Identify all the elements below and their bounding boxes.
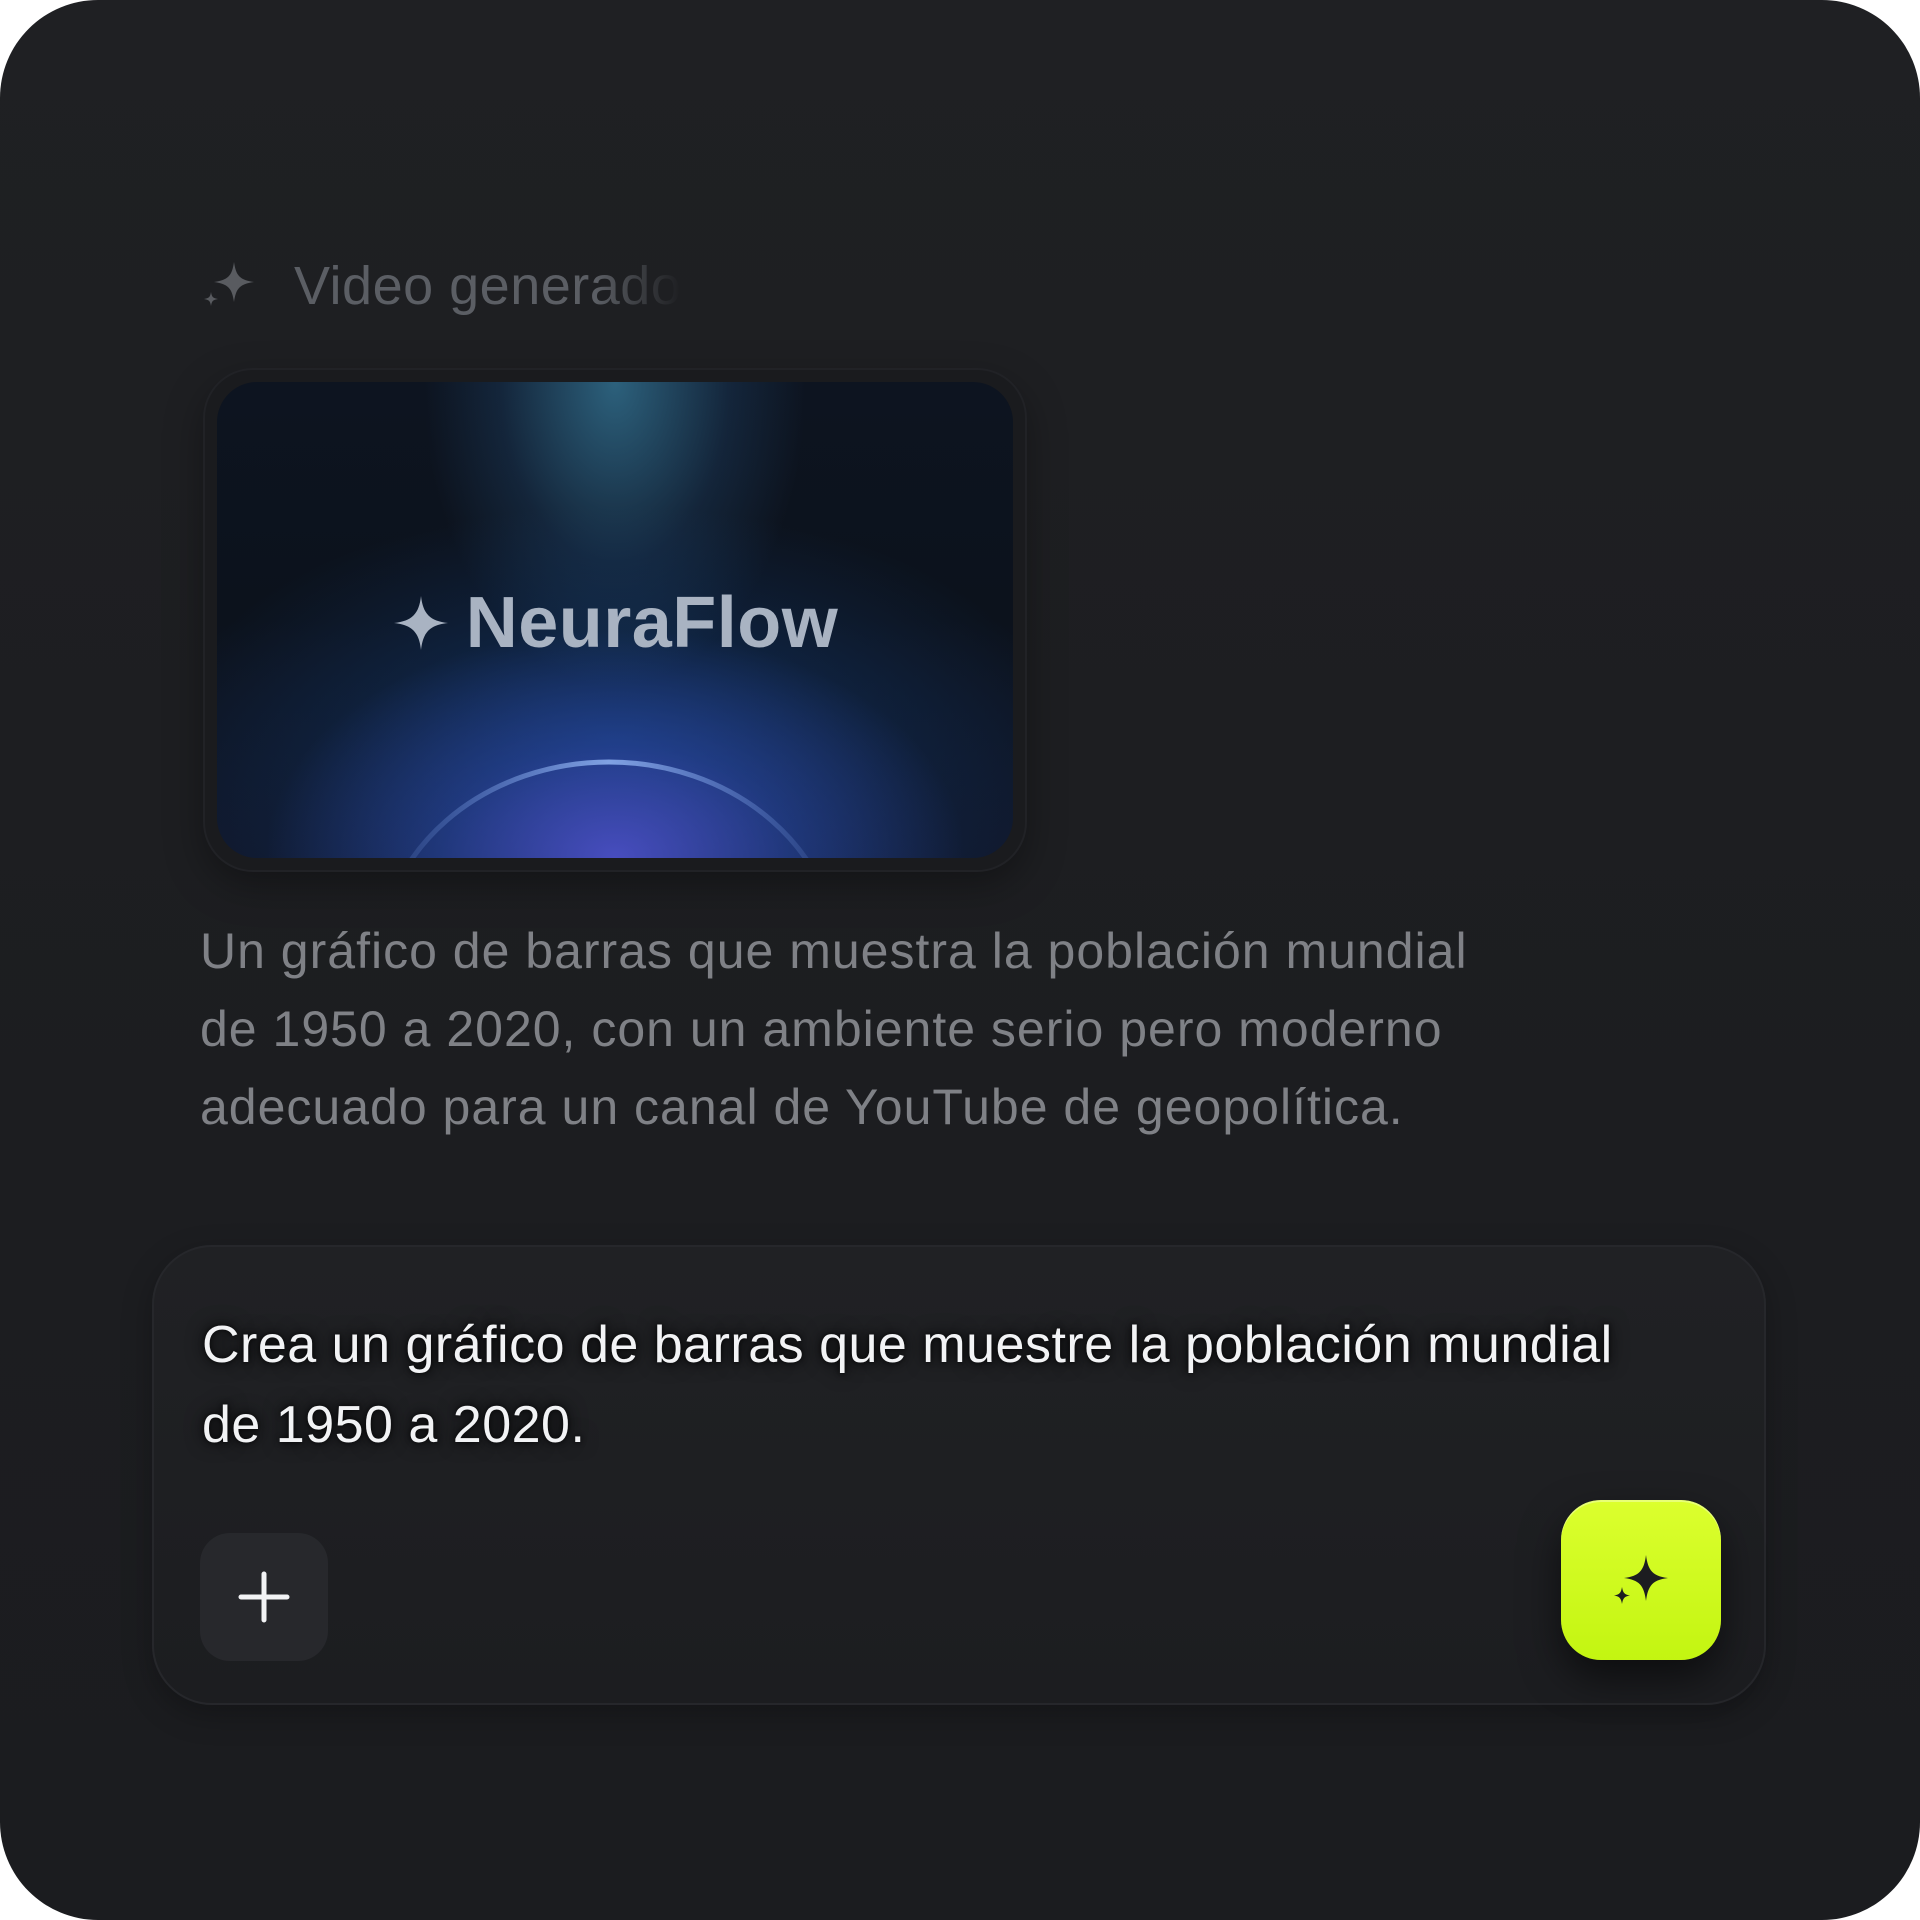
generation-header: Video generado [200,252,681,320]
description-line: adecuado para un canal de YouTube de geo… [200,1079,1404,1135]
sparkle-icon [393,596,448,650]
plus-icon [238,1571,290,1623]
generate-button[interactable] [1561,1500,1721,1660]
generation-panel: Video generado NeuraFlow Un gráfico de b… [0,0,1920,1920]
add-attachment-button[interactable] [200,1533,328,1661]
video-card[interactable]: NeuraFlow [205,370,1025,870]
prompt-input[interactable]: Crea un gráfico de barras que muestre la… [202,1305,1722,1465]
generation-status-title: Video generado [294,256,682,316]
prompt-composer: Crea un gráfico de barras que muestre la… [152,1245,1766,1705]
video-description: Un gráfico de barras que muestra la pobl… [200,912,1620,1146]
brand-logo: NeuraFlow [217,582,1013,664]
video-thumbnail[interactable]: NeuraFlow [217,382,1013,858]
description-line: de 1950 a 2020, con un ambiente serio pe… [200,1001,1443,1057]
description-line: Un gráfico de barras que muestra la pobl… [200,923,1468,979]
sparkle-icon [204,262,254,306]
brand-name: NeuraFlow [465,583,839,663]
prompt-line: de 1950 a 2020. [202,1396,586,1454]
prompt-line: Crea un gráfico de barras que muestre la… [202,1316,1613,1374]
sparkle-icon [1614,1555,1668,1604]
